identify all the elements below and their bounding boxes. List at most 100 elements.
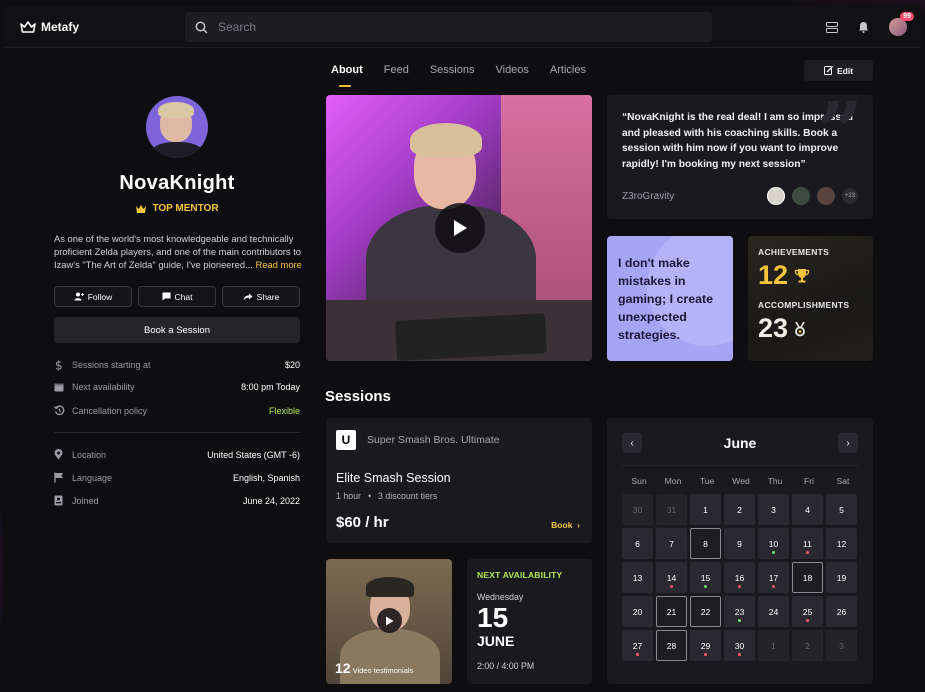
- calendar-month: June: [723, 435, 757, 451]
- testimonial-quote-card: ” “NovaKnight is the real deal! I am so …: [607, 91, 873, 219]
- calendar-day[interactable]: 12: [826, 528, 857, 559]
- play-button[interactable]: [435, 203, 485, 253]
- app-name: Metafy: [41, 19, 80, 34]
- availability-calendar: ‹ June › Sun Mon Tue Wed Thu Fri Sat 30 3…: [607, 418, 873, 684]
- bullet-separator: •: [367, 491, 372, 501]
- search-input[interactable]: [218, 20, 698, 34]
- next-month-button[interactable]: ›: [838, 433, 858, 453]
- calendar-day-number: 26: [836, 606, 847, 617]
- calendar-day[interactable]: 9: [724, 528, 755, 559]
- calendar-day-number: 17: [768, 572, 779, 583]
- info-row-language: Language English, Spanish: [54, 472, 300, 483]
- calendar-day-number: 1: [771, 640, 776, 651]
- chat-bubble-icon: [162, 292, 171, 301]
- calendar-day-number: 23: [734, 606, 745, 617]
- server-stack-icon[interactable]: [826, 21, 838, 33]
- availability-dot: [806, 551, 809, 554]
- calendar-day[interactable]: 17: [758, 562, 789, 593]
- calendar-grid: 30 31 1 2 3 4 5 6 7 8 9 10 11 12 13 14 15 16 17 18 19 20 21 22 2…: [622, 494, 858, 661]
- edit-button[interactable]: Edit: [804, 60, 873, 81]
- calendar-day: 3: [826, 630, 857, 661]
- main-content: NovaKnight TOP MENTOR As one of the worl…: [4, 48, 921, 692]
- share-button[interactable]: Share: [222, 286, 300, 307]
- calendar-day-number: 18: [802, 572, 813, 583]
- calendar-day[interactable]: 15: [690, 562, 721, 593]
- calendar-day[interactable]: 14: [656, 562, 687, 593]
- session-card[interactable]: U Super Smash Bros. Ultimate Elite Smash…: [326, 418, 592, 543]
- calendar-day-number: 13: [632, 572, 643, 583]
- app-logo[interactable]: Metafy: [20, 20, 79, 34]
- reviewer-avatar[interactable]: [817, 187, 835, 205]
- bell-icon[interactable]: [858, 21, 869, 33]
- history-icon: [54, 405, 72, 416]
- calendar-day-number: 1: [703, 504, 708, 515]
- calendar-day-number: 30: [734, 640, 745, 651]
- divider: [54, 432, 300, 433]
- calendar-day[interactable]: 30: [724, 630, 755, 661]
- calendar-day[interactable]: 7: [656, 528, 687, 559]
- weekday-label: Tue: [699, 476, 715, 486]
- calendar-day[interactable]: 20: [622, 596, 653, 627]
- more-reviewers-count[interactable]: +23: [842, 188, 858, 204]
- info-row-joined: Joined June 24, 2022: [54, 495, 300, 506]
- calendar-day-number: 31: [666, 504, 677, 515]
- achievements-card: ACHIEVEMENTS 12 ACCOMPLISHMENTS 23: [748, 236, 873, 361]
- reviewer-avatars: +23: [767, 187, 858, 205]
- read-more-link[interactable]: Read more: [256, 259, 302, 270]
- tab-videos[interactable]: Videos: [495, 64, 528, 84]
- calendar-day[interactable]: 2: [724, 494, 755, 525]
- accomplishments-count: 23: [758, 313, 863, 344]
- calendar-day[interactable]: 6: [622, 528, 653, 559]
- top-bar: Metafy 99: [4, 6, 921, 48]
- crown-logo-icon: [20, 20, 36, 33]
- calendar-day[interactable]: 22: [690, 596, 721, 627]
- calendar-day: 1: [758, 630, 789, 661]
- calendar-day-number: 2: [737, 504, 742, 515]
- calendar-day[interactable]: 27: [622, 630, 653, 661]
- search-bar[interactable]: [185, 12, 712, 42]
- user-avatar[interactable]: 99: [889, 12, 914, 36]
- tab-articles[interactable]: Articles: [550, 64, 586, 84]
- video-testimonials-card[interactable]: 12 Video testimonials: [326, 559, 452, 684]
- calendar-day[interactable]: 1: [690, 494, 721, 525]
- calendar-day[interactable]: 26: [826, 596, 857, 627]
- calendar-day[interactable]: 16: [724, 562, 755, 593]
- book-session-button[interactable]: Book a Session: [54, 317, 300, 343]
- chat-button[interactable]: Chat: [138, 286, 216, 307]
- info-row-next-availability: Next availability 8:00 pm Today: [54, 382, 300, 392]
- calendar-day[interactable]: 18: [792, 562, 823, 593]
- calendar-day[interactable]: 23: [724, 596, 755, 627]
- calendar-day[interactable]: 29: [690, 630, 721, 661]
- calendar-day[interactable]: 13: [622, 562, 653, 593]
- play-button[interactable]: [377, 608, 402, 633]
- calendar-day[interactable]: 4: [792, 494, 823, 525]
- calendar-day[interactable]: 19: [826, 562, 857, 593]
- intro-video[interactable]: [326, 95, 592, 361]
- availability-dot: [806, 619, 809, 622]
- session-book-link[interactable]: Book ›: [551, 520, 580, 530]
- tab-sessions[interactable]: Sessions: [430, 64, 475, 84]
- availability-dot: [738, 585, 741, 588]
- calendar-day[interactable]: 25: [792, 596, 823, 627]
- calendar-day[interactable]: 5: [826, 494, 857, 525]
- availability-dot: [772, 585, 775, 588]
- achievements-label: ACHIEVEMENTS: [758, 247, 830, 257]
- info-row-sessions-price: $ Sessions starting at $20: [55, 359, 300, 371]
- reviewer-avatar[interactable]: [767, 187, 785, 205]
- tab-about[interactable]: About: [331, 64, 363, 87]
- calendar-weekdays: Sun Mon Tue Wed Thu Fri Sat: [622, 476, 858, 486]
- calendar-day[interactable]: 3: [758, 494, 789, 525]
- calendar-day[interactable]: 21: [656, 596, 687, 627]
- calendar-day[interactable]: 28: [656, 630, 687, 661]
- profile-avatar: [146, 96, 208, 158]
- calendar-day[interactable]: 24: [758, 596, 789, 627]
- calendar-day[interactable]: 10: [758, 528, 789, 559]
- calendar-day[interactable]: 8: [690, 528, 721, 559]
- info-row-cancellation: Cancellation policy Flexible: [54, 405, 300, 416]
- weekday-label: Fri: [803, 476, 815, 486]
- calendar-day[interactable]: 11: [792, 528, 823, 559]
- reviewer-avatar[interactable]: [792, 187, 810, 205]
- follow-button[interactable]: Follow: [54, 286, 132, 307]
- tab-feed[interactable]: Feed: [384, 64, 409, 84]
- calendar-day: 2: [792, 630, 823, 661]
